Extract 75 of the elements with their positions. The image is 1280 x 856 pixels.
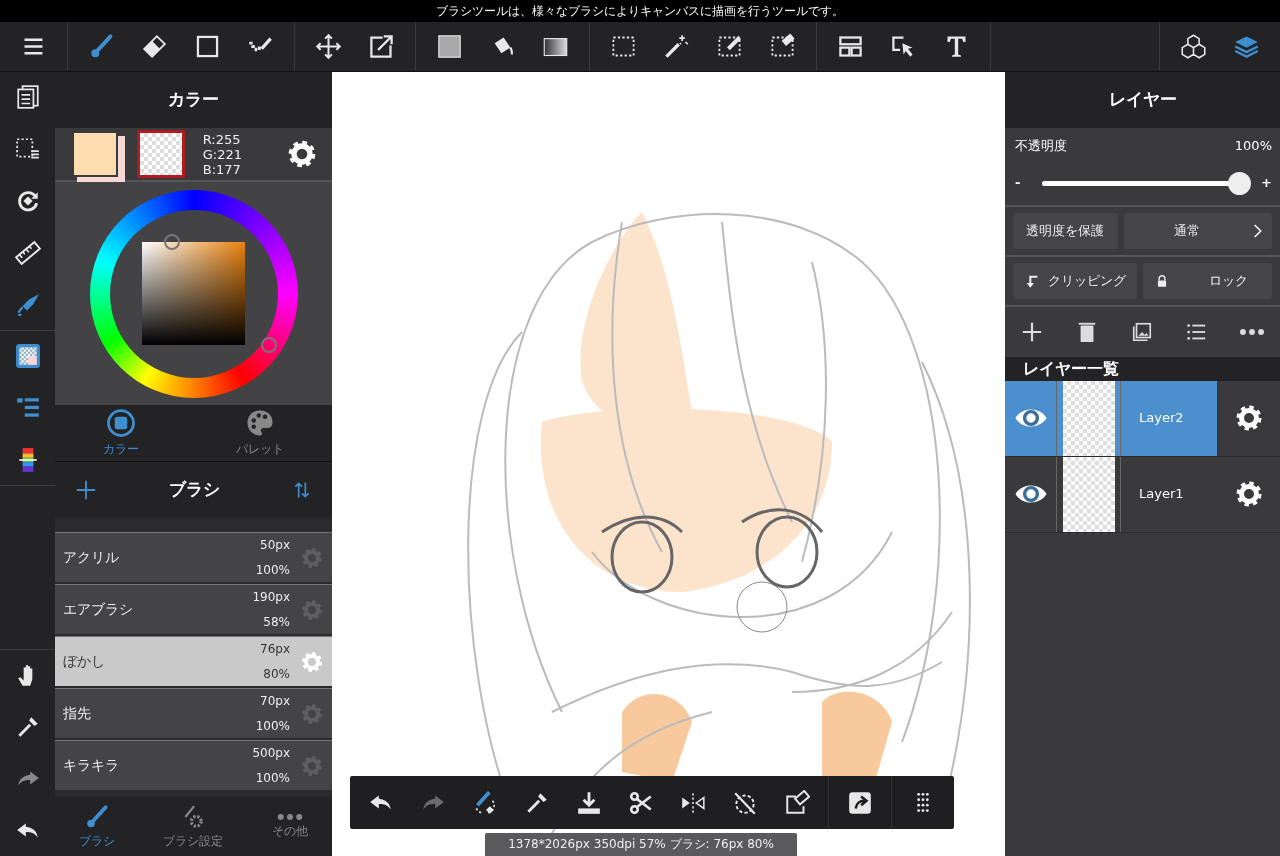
brush-size: 190px [251, 588, 290, 606]
magic-wand-icon[interactable] [663, 33, 690, 60]
panel-title: ブラシ [169, 478, 220, 502]
panel-layout-icon[interactable] [837, 33, 864, 60]
brush-name: エアブラシ [63, 600, 133, 619]
sort-arrows-icon[interactable] [292, 480, 312, 500]
rgb-value: B:177 [202, 161, 242, 177]
hue-handle[interactable] [260, 336, 277, 353]
brush-row[interactable]: キラキラ 500px 100% [55, 740, 332, 790]
download-tray-icon[interactable] [576, 789, 602, 816]
brush-opacity: 80% [262, 665, 290, 683]
brush-name: アクリル [63, 548, 119, 567]
brush-row[interactable]: アクリル 50px 100% [55, 532, 332, 582]
minus-label[interactable]: - [1015, 173, 1021, 193]
brush-icon [84, 803, 111, 830]
opacity-value: 100% [1234, 137, 1272, 155]
layers-stack-icon[interactable] [1233, 33, 1260, 60]
panel-title: レイヤー [1108, 88, 1177, 112]
brush-name: 指先 [63, 704, 91, 723]
plus-icon[interactable] [75, 479, 97, 501]
brush-size: 50px [259, 536, 290, 554]
panel-tab[interactable]: カラー [103, 408, 140, 458]
move-arrows-icon[interactable] [315, 33, 342, 60]
canvas-status-text: 1378*2026px 350dpi 57% ブラシ: 76px 80% [485, 833, 797, 856]
plus-label[interactable]: + [1261, 173, 1272, 193]
brush-row[interactable]: 指先 70px 100% [55, 688, 332, 738]
layer-row[interactable]: Layer1 [1005, 456, 1217, 532]
panel-tab[interactable]: パレット [235, 408, 284, 458]
image-stack-icon[interactable] [1130, 320, 1153, 343]
filled-square-icon[interactable] [436, 33, 463, 60]
ruler-icon[interactable] [14, 240, 41, 266]
brush-opacity: 58% [262, 613, 290, 631]
brush-opacity: 100% [254, 769, 290, 787]
more-dots-icon[interactable] [1240, 328, 1264, 335]
opacity-label: 不透明度 [1015, 137, 1067, 155]
brush-icon[interactable] [88, 33, 115, 60]
brush-name: キラキラ [63, 756, 119, 775]
cubes-icon[interactable] [1180, 33, 1207, 60]
tool-hint-text: ブラシツールは、様々なブラシによりキャンバスに描画を行うツールです。 [436, 4, 844, 18]
resize-square-icon[interactable] [368, 33, 395, 60]
brush-opacity: 100% [254, 717, 290, 735]
layer-option-button[interactable]: クリッピング [1013, 262, 1137, 299]
panel-tab[interactable]: ブラシ [79, 803, 116, 850]
brush-name: ぼかし [63, 652, 105, 671]
document-pages-icon[interactable] [14, 84, 41, 110]
brush-row[interactable]: エアブラシ 190px 58% [55, 584, 332, 634]
more-dots-icon [276, 813, 303, 820]
slider-thumb[interactable] [1228, 171, 1252, 195]
brush-size: 76px [259, 640, 290, 658]
square-eraser-icon[interactable] [784, 789, 810, 816]
panel-tab[interactable]: その他 [271, 813, 308, 840]
color-circle-icon [106, 408, 137, 438]
layer-name: Layer1 [1139, 485, 1184, 504]
square-icon[interactable] [194, 33, 221, 60]
rgb-value: R:255 [202, 131, 242, 147]
transparent-swatch[interactable] [137, 130, 185, 178]
brush-size: 500px [251, 744, 290, 762]
brush-row[interactable]: ぼかし 76px 80% [55, 636, 332, 686]
saturation-value-square[interactable] [142, 242, 245, 345]
gear-icon[interactable] [286, 138, 318, 170]
rgb-value: G:221 [202, 146, 242, 162]
dashed-square-list-icon[interactable] [14, 136, 41, 162]
scissors-icon[interactable] [628, 789, 654, 816]
layer-option-button[interactable]: 通常 [1123, 212, 1272, 249]
brush-opacity: 100% [254, 561, 290, 579]
brush-size: 70px [259, 692, 290, 710]
panel-tab[interactable]: ブラシ設定 [163, 803, 224, 850]
panel-title: カラー [168, 88, 219, 112]
layer-option-button[interactable]: ロック [1142, 262, 1272, 299]
checker-tile-icon[interactable] [14, 343, 41, 369]
layer-option-button[interactable]: 透明度を保護 [1013, 212, 1118, 249]
layer-name: Layer2 [1139, 409, 1184, 428]
layer-list-title: レイヤー一覧 [1005, 356, 1280, 381]
picker-handle[interactable] [163, 233, 180, 250]
eraser-icon[interactable] [141, 33, 168, 60]
